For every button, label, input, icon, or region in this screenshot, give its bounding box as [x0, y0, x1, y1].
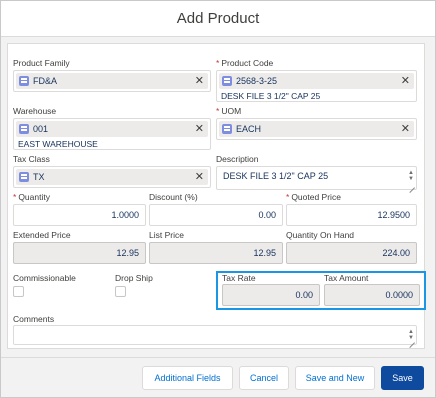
save-and-new-button[interactable]: Save and New: [295, 366, 375, 390]
drop-ship-checkbox[interactable]: [115, 286, 126, 297]
resize-grip-icon[interactable]: [408, 181, 415, 188]
product-family-lookup[interactable]: FD&A ✕: [13, 70, 211, 92]
resize-grip-icon[interactable]: [408, 336, 415, 343]
warehouse-detail: EAST WAREHOUSE: [18, 139, 98, 149]
product-family-pill: FD&A ✕: [16, 73, 208, 89]
drop-ship-label: Drop Ship: [115, 273, 153, 283]
quoted-price-label: * Quoted Price: [286, 192, 341, 202]
tax-highlight-box: Tax Rate 0.00 Tax Amount 0.0000: [216, 271, 426, 310]
product-family-label: Product Family: [13, 58, 70, 68]
modal-title: Add Product: [176, 10, 260, 27]
record-icon: [222, 124, 232, 134]
quantity-label-text: Quantity: [18, 192, 50, 202]
product-code-lookup[interactable]: 2568-3-25 ✕ DESK FILE 3 1/2" CAP 25: [216, 70, 417, 102]
warehouse-pill: 001 ✕: [16, 121, 208, 137]
uom-pill: EACH ✕: [219, 121, 414, 137]
warehouse-lookup[interactable]: 001 ✕ EAST WAREHOUSE: [13, 118, 211, 150]
additional-fields-button[interactable]: Additional Fields: [142, 366, 233, 390]
modal-body: Product Family FD&A ✕ * Product Code 2568…: [1, 37, 435, 357]
quantity-label: * Quantity: [13, 192, 50, 202]
required-marker: *: [216, 58, 220, 68]
product-code-pill: 2568-3-25 ✕: [219, 73, 414, 89]
quoted-price-label-text: Quoted Price: [291, 192, 341, 202]
discount-input[interactable]: 0.00: [149, 204, 283, 226]
comments-label: Comments: [13, 314, 55, 324]
description-label: Description: [216, 154, 259, 164]
cancel-button[interactable]: Cancel: [239, 366, 289, 390]
required-marker: *: [13, 192, 17, 202]
description-textarea[interactable]: DESK FILE 3 1/2" CAP 25 ▲ ▼: [216, 166, 417, 190]
product-code-detail: DESK FILE 3 1/2" CAP 25: [221, 91, 321, 101]
extended-price-label: Extended Price: [13, 230, 71, 240]
uom-value: EACH: [236, 124, 262, 134]
modal-footer: Additional Fields Cancel Save and New Sa…: [1, 357, 435, 397]
extended-price-field: 12.95: [13, 242, 146, 264]
uom-lookup[interactable]: EACH ✕: [216, 118, 417, 140]
record-icon: [222, 76, 232, 86]
modal-header: Add Product: [1, 1, 435, 37]
quantity-on-hand-label: Quantity On Hand: [286, 230, 355, 240]
quoted-price-input[interactable]: 12.9500: [286, 204, 417, 226]
product-family-value: FD&A: [33, 76, 58, 86]
product-code-label-text: Product Code: [221, 58, 274, 68]
description-value: DESK FILE 3 1/2" CAP 25: [223, 171, 329, 181]
tax-class-label: Tax Class: [13, 154, 50, 164]
save-button[interactable]: Save: [381, 366, 424, 390]
discount-label: Discount (%): [149, 192, 198, 202]
record-icon: [19, 172, 29, 182]
product-code-value: 2568-3-25: [236, 76, 278, 86]
clear-icon[interactable]: ✕: [195, 122, 204, 135]
tax-class-value: TX: [33, 172, 45, 182]
clear-icon[interactable]: ✕: [401, 74, 410, 87]
list-price-field: 12.95: [149, 242, 283, 264]
tax-class-lookup[interactable]: TX ✕: [13, 166, 211, 188]
comments-textarea[interactable]: ▲ ▼: [13, 325, 417, 345]
commissionable-label: Commissionable: [13, 273, 76, 283]
tax-rate-label: Tax Rate: [222, 273, 256, 283]
tax-class-pill: TX ✕: [16, 169, 208, 185]
commissionable-checkbox[interactable]: [13, 286, 24, 297]
record-icon: [19, 76, 29, 86]
add-product-modal: Add Product Product Family FD&A ✕ * Produ…: [0, 0, 436, 398]
list-price-label: List Price: [149, 230, 184, 240]
clear-icon[interactable]: ✕: [195, 74, 204, 87]
required-marker: *: [216, 106, 220, 116]
quantity-on-hand-field: 224.00: [286, 242, 417, 264]
uom-label-text: UOM: [221, 106, 242, 116]
record-icon: [19, 124, 29, 134]
required-marker: *: [286, 192, 290, 202]
form-card: Product Family FD&A ✕ * Product Code 2568…: [7, 43, 426, 349]
tax-rate-field: 0.00: [222, 284, 320, 306]
clear-icon[interactable]: ✕: [195, 170, 204, 183]
uom-label: * UOM: [216, 106, 241, 116]
quantity-input[interactable]: 1.0000: [13, 204, 146, 226]
clear-icon[interactable]: ✕: [401, 122, 410, 135]
tax-amount-field: 0.0000: [324, 284, 420, 306]
warehouse-label: Warehouse: [13, 106, 57, 116]
warehouse-value: 001: [33, 124, 49, 134]
product-code-label: * Product Code: [216, 58, 273, 68]
tax-amount-label: Tax Amount: [324, 273, 369, 283]
